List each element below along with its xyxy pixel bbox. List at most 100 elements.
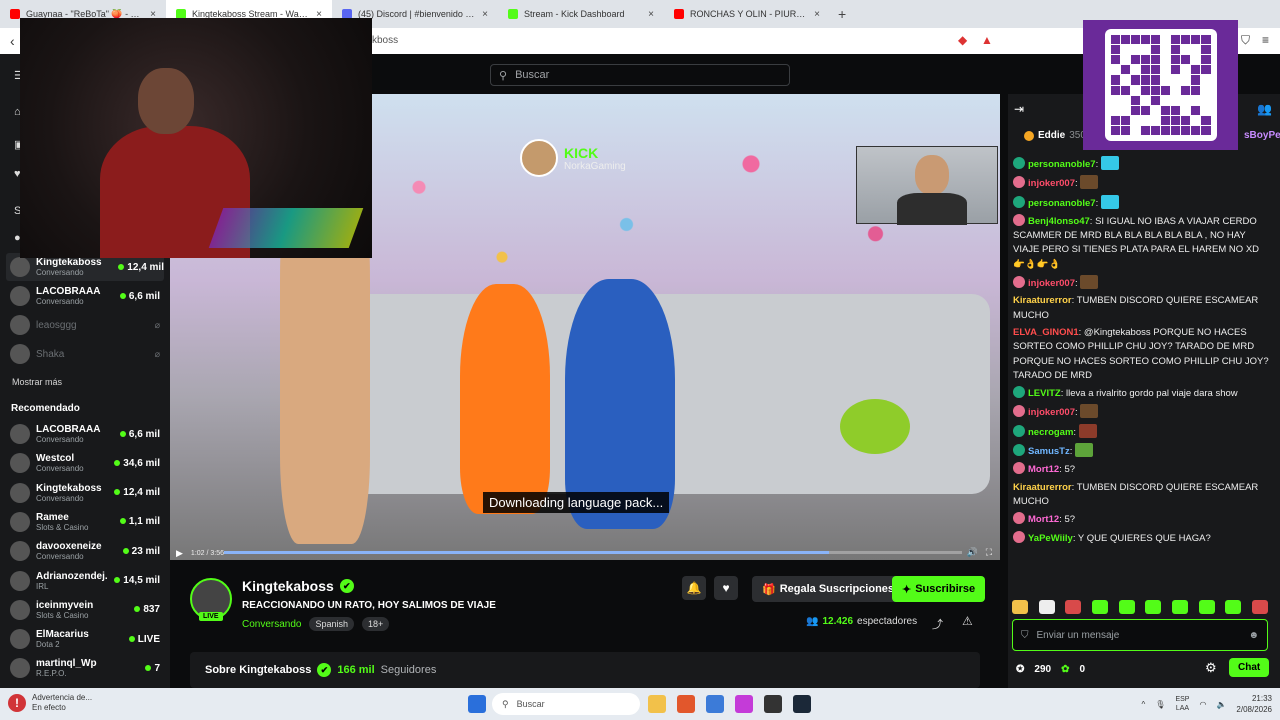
play-icon[interactable]: ▶ (176, 548, 183, 559)
emote-icon[interactable] (1012, 600, 1028, 614)
show-more-link[interactable]: Mostrar más (12, 377, 62, 387)
tab-close-icon[interactable]: × (648, 9, 654, 20)
emote-icon[interactable] (1038, 600, 1055, 614)
chat-username[interactable]: personanoble7 (1028, 198, 1096, 209)
emoji-icon[interactable]: ☻ (1248, 630, 1259, 641)
emote-icon[interactable] (1198, 600, 1215, 614)
chat-username[interactable]: personanoble7 (1028, 159, 1096, 170)
windows-start-icon[interactable] (468, 695, 486, 713)
obs-icon[interactable] (764, 695, 782, 713)
brave-shield-icon[interactable]: ◆ (958, 33, 967, 47)
volume-icon[interactable]: 🔊 (966, 547, 977, 558)
streamer-name[interactable]: Kingtekaboss (242, 578, 334, 594)
channel-name: Westcol (36, 453, 75, 465)
steam-icon[interactable] (793, 695, 811, 713)
browser-tab[interactable]: RONCHAS Y OLIN - PIURANO 27 ... × (664, 0, 830, 28)
brave-rewards-icon[interactable]: ▲ (981, 33, 993, 47)
chat-username[interactable]: ELVA_GINON1 (1013, 327, 1079, 338)
wifi-icon[interactable]: ◠ (1199, 700, 1206, 709)
category-link[interactable]: Conversando (242, 619, 301, 630)
tab-title: (45) Discord | #bienvenido | EsSantt (358, 9, 477, 19)
sidebar-channel[interactable]: Westcol Conversando 34,6 mil (10, 449, 160, 477)
follow-button[interactable]: ♥ (714, 576, 738, 600)
sidebar-channel[interactable]: Ramee Slots & Casino 1,1 mil (10, 508, 160, 536)
chat-username[interactable]: LEVITZ (1028, 388, 1061, 399)
qr-module (1171, 95, 1181, 105)
language-tag[interactable]: Spanish (309, 617, 355, 631)
speaker-icon[interactable]: 🔈 (1216, 700, 1226, 709)
sidebar-channel[interactable]: iceinmyvein Slots & Casino 837 (10, 596, 160, 624)
chat-username[interactable]: SamusTz (1028, 446, 1070, 457)
sidebar-channel[interactable]: LACOBRAAA Conversando 6,6 mil (10, 420, 160, 448)
pinned-user[interactable]: Eddie (1038, 130, 1065, 141)
emote-icon[interactable] (1065, 600, 1082, 614)
points-icon: ✪ (1016, 663, 1025, 675)
sidebar-channel[interactable]: LACOBRAAA Conversando 6,6 mil (10, 282, 160, 310)
tab-close-icon[interactable]: × (482, 9, 488, 20)
chat-username[interactable]: injoker007 (1028, 178, 1075, 189)
chat-input[interactable]: ⛉ Enviar un mensaje ☻ (1012, 619, 1268, 651)
gear-icon[interactable]: ⚙ (1205, 660, 1217, 676)
chat-username[interactable]: Benj4lonso47 (1028, 216, 1090, 227)
channel-avatar (10, 658, 30, 679)
emote-icon[interactable] (1171, 600, 1188, 614)
vpn-icon[interactable]: ⛉ (1241, 33, 1250, 48)
channel-viewers-count: 1,1 mil (128, 516, 160, 528)
language-indicator[interactable]: ESP LAA (1175, 695, 1189, 713)
chat-username[interactable]: necrogam (1028, 427, 1073, 438)
qr-module (1161, 85, 1171, 95)
qr-module (1181, 55, 1191, 65)
emote-icon[interactable] (1225, 600, 1242, 614)
notification-bell-button[interactable]: 🔔 (682, 576, 706, 600)
chat-username[interactable]: Mort12 (1028, 514, 1059, 525)
menu-icon[interactable]: ≡ (1262, 33, 1269, 47)
sidebar-channel[interactable]: leaosggg ⌀ (10, 311, 160, 339)
mic-icon[interactable]: 🎙 (1155, 700, 1165, 709)
age-tag[interactable]: 18+ (362, 617, 390, 631)
share-icon[interactable]: ⤴ (932, 616, 943, 632)
sidebar-channel[interactable]: davooxeneize Conversando 23 mil (10, 537, 160, 565)
chat-username[interactable]: YaPeWiily (1028, 533, 1073, 544)
url-text[interactable]: kboss (372, 35, 398, 46)
collapse-chat-icon[interactable]: ⇥ (1014, 102, 1024, 116)
chat-username[interactable]: injoker007 (1028, 407, 1075, 418)
emote-icon[interactable] (1091, 600, 1108, 614)
new-tab-button[interactable]: + (830, 6, 854, 22)
chat-username[interactable]: Kiraaturerror (1013, 295, 1072, 306)
subscribe-button[interactable]: ✦ Suscribirse (892, 576, 986, 602)
tab-close-icon[interactable]: × (814, 9, 820, 20)
sidebar-channel[interactable]: martinql_Wp R.E.P.O. 7 (10, 654, 160, 682)
kicks-count[interactable]: 0 (1079, 664, 1085, 675)
file-explorer-icon[interactable] (648, 695, 666, 713)
report-icon[interactable]: ⚠ (962, 614, 973, 628)
app-icon[interactable] (735, 695, 753, 713)
qr-module (1150, 75, 1160, 85)
chevron-up-icon[interactable]: ^ (1142, 700, 1146, 709)
clock[interactable]: 21:33 2/08/2026 (1236, 693, 1272, 715)
chat-username[interactable]: Kiraaturerror (1013, 482, 1072, 493)
sidebar-channel[interactable]: Kingtekaboss Conversando 12,4 mil (10, 479, 160, 507)
chat-username[interactable]: Mort12 (1028, 464, 1059, 475)
taskbar-search[interactable]: ⚲ Buscar (492, 693, 640, 715)
sidebar-channel[interactable]: Adrianozendej... IRL 14,5 mil (10, 567, 160, 595)
search-input[interactable]: ⚲ Buscar (490, 64, 790, 86)
chat-users-icon[interactable]: 👥 (1257, 102, 1272, 116)
chat-send-button[interactable]: Chat (1229, 658, 1270, 677)
tab-title: RONCHAS Y OLIN - PIURANO 27 ... (690, 9, 809, 19)
app-icon[interactable] (706, 695, 724, 713)
chat-badge-icon (1013, 213, 1025, 226)
emote-icon[interactable] (1145, 600, 1162, 614)
qr-module (1171, 35, 1181, 45)
emote-icon[interactable] (1251, 600, 1268, 614)
emote-icon[interactable] (1118, 600, 1135, 614)
sidebar-channel[interactable]: ElMacarius Dota 2 LIVE (10, 625, 160, 653)
search-placeholder: Buscar (515, 69, 550, 81)
warning-notification[interactable]: ! Advertencia de... En efecto (8, 693, 92, 713)
points-count[interactable]: 290 (1034, 664, 1051, 675)
fullscreen-icon[interactable]: ⛶ (986, 547, 992, 558)
browser-tab[interactable]: Stream - Kick Dashboard × (498, 0, 664, 28)
sidebar-channel[interactable]: Shaka ⌀ (10, 340, 160, 368)
brave-browser-icon[interactable] (677, 695, 695, 713)
gift-subs-button[interactable]: 🎁 Regala Suscripciones (752, 576, 905, 602)
chat-username[interactable]: injoker007 (1028, 278, 1075, 289)
